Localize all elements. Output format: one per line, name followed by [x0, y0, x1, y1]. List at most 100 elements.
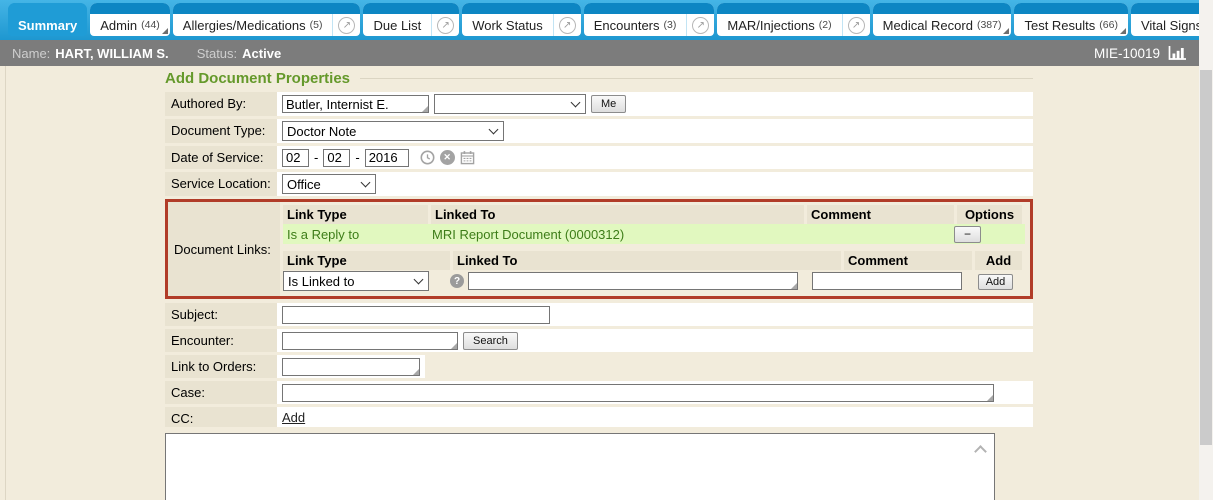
tab-label: Vital Signs [1141, 18, 1199, 33]
tab-label: Test Results [1024, 18, 1095, 33]
document-links-label: Document Links: [168, 202, 280, 296]
document-body-textarea[interactable] [165, 433, 995, 500]
cc-label: CC: [165, 407, 277, 427]
scroll-up-chevron-icon[interactable] [974, 445, 987, 458]
case-input[interactable] [282, 384, 994, 402]
chart-tab-bar: Summary Admin (44) Allergies/Medications… [0, 0, 1199, 40]
tab-work-status[interactable]: Work Status ↗ [462, 3, 581, 36]
authored-by-input[interactable] [282, 95, 429, 113]
authored-by-row: Authored By: Me [165, 92, 1033, 116]
new-link-header: Link Type Linked To Comment Add [283, 251, 1025, 270]
document-type-value: Doctor Note [287, 124, 356, 139]
tab-test-results[interactable]: Test Results (66) [1014, 3, 1128, 36]
document-type-label: Document Type: [165, 119, 277, 143]
column-header: Add [975, 251, 1022, 270]
calendar-icon[interactable] [460, 150, 475, 165]
tab-count: (387) [977, 19, 1002, 31]
tab-vital-signs[interactable]: Vital Signs ↗ [1131, 3, 1199, 36]
date-month-input[interactable] [282, 149, 309, 167]
patient-status-value: Active [242, 46, 281, 61]
link-to-orders-label: Link to Orders: [165, 355, 277, 378]
tab-label: Summary [18, 18, 77, 33]
subject-input[interactable] [282, 306, 550, 324]
column-header: Comment [844, 251, 972, 270]
title-rule [360, 78, 1033, 79]
popup-arrow-button[interactable]: ↗ [431, 14, 459, 36]
encounter-input[interactable] [282, 332, 458, 350]
add-document-properties-form: Add Document Properties Authored By: Me [165, 70, 1033, 500]
popup-arrow-icon: ↗ [848, 17, 865, 34]
app-window: Summary Admin (44) Allergies/Medications… [0, 0, 1213, 500]
scrollbar-thumb[interactable] [1200, 70, 1212, 445]
tab-due-list[interactable]: Due List ↗ [363, 3, 459, 36]
tab-dropdown-corner-icon [162, 28, 168, 34]
date-year-input[interactable] [365, 149, 409, 167]
help-icon[interactable]: ? [450, 274, 464, 288]
date-of-service-row: Date of Service: - - ✕ [165, 146, 1033, 169]
authored-by-label: Authored By: [165, 92, 277, 116]
service-location-row: Service Location: Office [165, 172, 1033, 196]
chevron-down-icon [414, 275, 424, 285]
patient-banner: Name: HART, WILLIAM S. Status: Active MI… [0, 40, 1199, 66]
tab-mar-injections[interactable]: MAR/Injections (2) ↗ [717, 3, 869, 36]
popup-arrow-button[interactable]: ↗ [553, 14, 581, 36]
vertical-scrollbar[interactable] [1199, 0, 1213, 500]
cc-row: CC: Add [165, 407, 1033, 427]
main-content: Add Document Properties Authored By: Me [0, 66, 1199, 500]
popup-arrow-icon: ↗ [559, 17, 576, 34]
popup-arrow-button[interactable]: ↗ [842, 14, 870, 36]
column-header: Comment [807, 205, 954, 224]
me-button[interactable]: Me [591, 95, 626, 113]
date-of-service-label: Date of Service: [165, 146, 277, 169]
link-to-orders-input[interactable] [282, 358, 420, 376]
column-header: Linked To [431, 205, 804, 224]
left-divider [5, 66, 6, 500]
tab-allergies-medications[interactable]: Allergies/Medications (5) ↗ [173, 3, 361, 36]
remove-link-button[interactable]: − [954, 226, 981, 243]
clear-date-icon[interactable]: ✕ [440, 150, 455, 165]
date-day-input[interactable] [323, 149, 350, 167]
service-location-select[interactable]: Office [282, 174, 376, 194]
tab-count: (3) [664, 19, 677, 31]
link-type-value: Is Linked to [288, 274, 355, 289]
column-header: Options [957, 205, 1022, 224]
new-link-controls: Is Linked to ? [283, 271, 1025, 291]
cc-add-link[interactable]: Add [282, 410, 305, 425]
column-header: Link Type [283, 251, 450, 270]
popup-arrow-button[interactable]: ↗ [686, 14, 714, 36]
link-comment-input[interactable] [812, 272, 962, 290]
tab-label: Allergies/Medications [183, 18, 306, 33]
encounter-label: Encounter: [165, 329, 277, 352]
popup-arrow-button[interactable]: ↗ [332, 14, 360, 36]
existing-link-row: Is a Reply to MRI Report Document (00003… [283, 224, 1025, 244]
tab-summary[interactable]: Summary [8, 3, 87, 36]
tab-count: (44) [141, 19, 160, 31]
popup-arrow-icon: ↗ [338, 17, 355, 34]
tab-count: (66) [1099, 19, 1118, 31]
add-link-button[interactable]: Add [978, 274, 1014, 290]
popup-arrow-icon: ↗ [437, 17, 454, 34]
clock-icon[interactable] [420, 150, 435, 165]
link-type-select[interactable]: Is Linked to [283, 271, 429, 291]
case-label: Case: [165, 381, 277, 404]
tab-label: Admin [100, 18, 137, 33]
document-links-section: Document Links: Link Type Linked To Comm… [165, 199, 1033, 299]
tab-admin[interactable]: Admin (44) [90, 3, 170, 36]
tab-encounters[interactable]: Encounters (3) ↗ [584, 3, 715, 36]
page-title: Add Document Properties [165, 70, 350, 87]
linked-to-input[interactable] [468, 272, 798, 290]
authored-by-secondary-select[interactable] [434, 94, 586, 114]
subject-label: Subject: [165, 303, 277, 326]
tab-medical-record[interactable]: Medical Record (387) [873, 3, 1012, 36]
column-header: Link Type [283, 205, 428, 224]
bar-chart-icon[interactable] [1168, 46, 1187, 61]
case-row: Case: [165, 381, 1033, 404]
encounter-search-button[interactable]: Search [463, 332, 518, 350]
patient-name-label: Name: [12, 46, 50, 61]
link-to-orders-row: Link to Orders: [165, 355, 1033, 378]
chevron-down-icon [361, 178, 371, 188]
tab-label: MAR/Injections [727, 18, 814, 33]
tab-label: Due List [373, 18, 421, 33]
document-type-select[interactable]: Doctor Note [282, 121, 504, 141]
tab-dropdown-corner-icon [1003, 28, 1009, 34]
